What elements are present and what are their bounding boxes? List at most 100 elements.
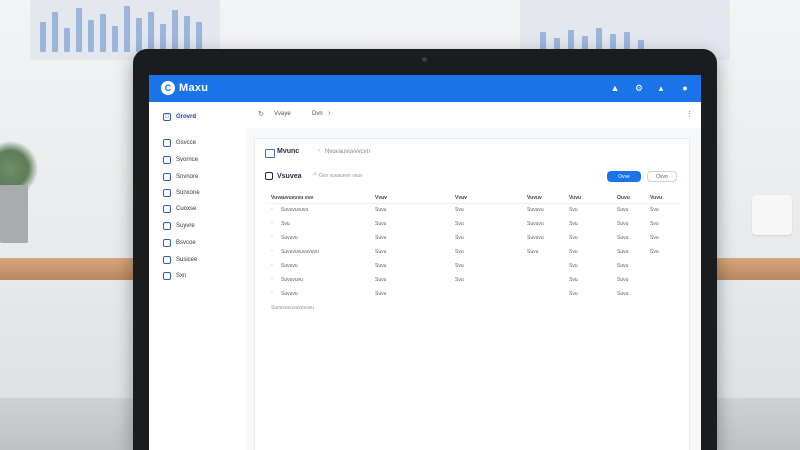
row-checkbox[interactable]: ◦ xyxy=(271,291,276,296)
wifi-icon[interactable]: ▲ xyxy=(609,82,621,94)
mug xyxy=(752,195,792,235)
list-icon xyxy=(265,172,273,180)
table-row[interactable]: ◦ Suvuvu Suvu Svu Suvu xyxy=(265,287,680,301)
table-cell: Suvu xyxy=(375,277,387,283)
laptop: C Maxu ▲ ⚙ ▴ ● □ Grovrd Gsvcce Svornce Sn… xyxy=(133,49,717,450)
sidebar-item-0[interactable]: □ Grovrd xyxy=(163,110,196,124)
screen: C Maxu ▲ ⚙ ▴ ● □ Grovrd Gsvcce Svornce Sn… xyxy=(149,75,701,450)
secondary-button[interactable]: Ovvo xyxy=(647,171,677,182)
table-cell: Svu xyxy=(455,263,464,269)
bell-icon[interactable]: ▴ xyxy=(655,82,667,94)
settings-icon[interactable]: ⚙ xyxy=(633,82,645,94)
table-cell: Svu xyxy=(455,277,464,283)
row-checkbox[interactable]: ◦ xyxy=(271,249,276,254)
tag-icon xyxy=(163,256,171,264)
sidebar: □ Grovrd Gsvcce Svornce Snvnore Sunxone C… xyxy=(149,102,247,450)
row-checkbox[interactable]: ◦ xyxy=(271,277,276,282)
table-row[interactable]: ◦ Suvuvuvu Suvu Svu Svu Suvu xyxy=(265,273,680,287)
column-header[interactable]: Vuvauvuvuvu vuv xyxy=(271,195,313,201)
table-cell: Svu xyxy=(650,221,659,227)
column-header[interactable]: Vuvuv xyxy=(527,195,542,201)
app-name: Maxu xyxy=(179,82,209,94)
sidebar-item-label: Bsvcoe xyxy=(176,240,196,246)
row-checkbox[interactable]: ◦ xyxy=(271,207,276,212)
table-cell: Suvuvuvuvu xyxy=(281,207,309,213)
sidebar-item-label: Susicee xyxy=(176,257,198,263)
search-input[interactable]: Gvn vuvauevn vsuv xyxy=(319,171,419,181)
calendar-icon xyxy=(163,205,171,213)
background-shelf-left xyxy=(0,258,134,280)
card-subtitle: Nvuvauvuvvvcvn xyxy=(325,149,371,155)
section-label: Vsuvea xyxy=(265,172,302,180)
column-header[interactable]: Vvuv xyxy=(455,195,467,201)
sidebar-item-3[interactable]: Snvnore xyxy=(163,170,198,184)
more-icon[interactable]: ⋮ xyxy=(686,110,693,118)
sidebar-item-8[interactable]: Susicee xyxy=(163,253,197,267)
table-cell: Svu xyxy=(455,249,464,255)
table-cell: Suvuvuvuvuvuvu xyxy=(281,249,319,255)
table-cell: Svu xyxy=(569,221,578,227)
topbar: ↻ Vvaye Dvn › ⋮ xyxy=(246,102,701,129)
table-cell: Suvuvu xyxy=(527,235,544,241)
table-cell: Svu xyxy=(650,207,659,213)
sidebar-item-6[interactable]: Suyvre xyxy=(163,219,195,233)
table-cell: Svu xyxy=(455,235,464,241)
table-cell: Svu xyxy=(650,235,659,241)
sidebar-item-1[interactable]: Gsvcce xyxy=(163,136,196,150)
sidebar-item-9[interactable]: Sxn xyxy=(163,269,186,283)
table-cell: Suvu xyxy=(617,207,629,213)
table-cell: Svu xyxy=(455,207,464,213)
table-row[interactable]: ◦ Suvuvu Suvu Svu Suvuvu Svu Suvu Svu xyxy=(265,231,680,245)
table-cell: Svu xyxy=(455,221,464,227)
folder-icon xyxy=(163,139,171,147)
logo-icon[interactable]: C xyxy=(161,81,175,95)
table-cell: Suvu xyxy=(375,207,387,213)
window-icon xyxy=(265,149,275,158)
chevron-right-icon: › xyxy=(328,110,331,117)
column-header[interactable]: Vuvu xyxy=(569,195,581,201)
column-header[interactable]: Vvuv xyxy=(375,195,387,201)
sidebar-item-label: Gsvcce xyxy=(176,140,197,146)
table-cell: Suvuvu xyxy=(281,291,298,297)
refresh-icon[interactable]: ↻ xyxy=(258,110,264,118)
table-cell: Suvu xyxy=(617,277,629,283)
column-header[interactable]: Vuvu xyxy=(650,195,662,201)
inbox-icon xyxy=(163,173,171,181)
table-cell: Suvuvu xyxy=(527,207,544,213)
table-cell: Suvu xyxy=(375,249,387,255)
table-cell: Suvu xyxy=(617,291,629,297)
sidebar-item-7[interactable]: Bsvcoe xyxy=(163,236,196,250)
sidebar-item-label: Suyvre xyxy=(176,223,195,229)
mail-icon xyxy=(163,189,171,197)
sidebar-item-5[interactable]: Cuoxse xyxy=(163,202,196,216)
sidebar-item-4[interactable]: Sunxone xyxy=(163,186,200,200)
sidebar-item-2[interactable]: Svornce xyxy=(163,153,198,167)
topbar-item-1[interactable]: Vvaye xyxy=(274,111,291,117)
row-checkbox[interactable]: ◦ xyxy=(271,235,276,240)
card-title: Mvunc xyxy=(277,148,300,155)
user-icon[interactable]: ● xyxy=(679,82,691,94)
row-checkbox[interactable]: ◦ xyxy=(271,263,276,268)
table-cell: Suvuvu xyxy=(527,221,544,227)
table-cell: Suvu xyxy=(375,263,387,269)
table-cell: Svu xyxy=(281,221,290,227)
table-row[interactable]: ◦ Svu Suvu Svu Suvuvu Svu Suvu Svu xyxy=(265,217,680,231)
chevron-right-icon: › xyxy=(318,148,320,154)
row-checkbox[interactable]: ◦ xyxy=(271,221,276,226)
table-cell: Svu xyxy=(569,277,578,283)
table-cell: Suvu xyxy=(375,221,387,227)
table-cell: Svu xyxy=(569,263,578,269)
table-row[interactable]: ◦ Suvuvuvuvuvuvu Suvu Svu Suvu Svu Suvu … xyxy=(265,245,680,259)
table-row[interactable]: ◦ Suvuvu Suvu Svu Svu Suvu xyxy=(265,259,680,273)
main-content: Mvunc › Nvuvauvuvvvcvn Vsuvea ⌕ Gvn vuva… xyxy=(246,128,701,450)
topbar-item-2[interactable]: Dvn xyxy=(312,111,323,117)
table-cell: Suvu xyxy=(375,291,387,297)
camera xyxy=(422,57,427,62)
app-header: C Maxu ▲ ⚙ ▴ ● xyxy=(149,75,701,102)
table-row[interactable]: ◦ Suvuvuvuvu Suvu Svu Suvuvu Svu Suvu Sv… xyxy=(265,203,680,217)
primary-button[interactable]: Ovve xyxy=(607,171,641,182)
column-header[interactable]: Ouvu xyxy=(617,195,630,201)
content-card: Mvunc › Nvuvauvuvvvcvn Vsuvea ⌕ Gvn vuva… xyxy=(254,138,690,450)
sidebar-item-label: Snvnore xyxy=(176,174,199,180)
flag-icon xyxy=(163,272,171,280)
